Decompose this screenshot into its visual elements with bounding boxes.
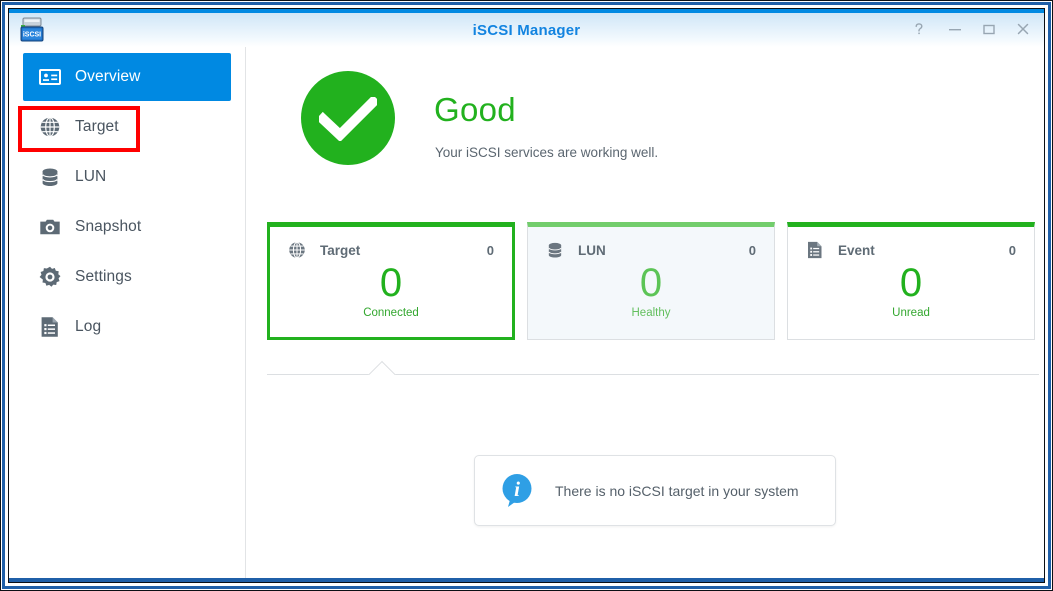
empty-state-text: There is no iSCSI target in your system xyxy=(555,482,799,499)
sidebar-item-lun[interactable]: LUN xyxy=(23,153,231,201)
svg-text:i: i xyxy=(514,477,520,501)
globe-icon xyxy=(286,239,308,261)
info-bubble-icon: i xyxy=(497,470,539,512)
card-header: Event 0 xyxy=(788,237,1034,263)
card-sublabel: Healthy xyxy=(631,307,671,319)
globe-icon xyxy=(37,114,63,140)
card-value: 0 xyxy=(899,261,923,305)
window-bottom-accent xyxy=(9,578,1044,582)
main-content: Good Your iSCSI services are working wel… xyxy=(246,47,1044,582)
database-icon xyxy=(37,164,63,190)
summary-card-target[interactable]: Target 0 0 Connected xyxy=(267,222,515,340)
window-frame-inner: iSCSI iSCSI Manager Overview Target LUN … xyxy=(8,8,1045,583)
card-title: Target xyxy=(320,242,361,258)
check-circle-icon xyxy=(301,71,395,165)
card-header: Target 0 xyxy=(270,237,512,263)
selected-card-caret xyxy=(368,359,396,375)
sidebar-item-log[interactable]: Log xyxy=(23,303,231,351)
status-description: Your iSCSI services are working well. xyxy=(435,145,659,160)
help-icon[interactable] xyxy=(908,22,930,42)
sidebar-item-snapshot[interactable]: Snapshot xyxy=(23,203,231,251)
sidebar-item-settings[interactable]: Settings xyxy=(23,253,231,301)
card-count: 0 xyxy=(486,242,494,258)
sidebar-item-target[interactable]: Target xyxy=(23,103,231,151)
summary-card-lun[interactable]: LUN 0 0 Healthy xyxy=(527,222,775,340)
window-title: iSCSI Manager xyxy=(472,22,581,39)
window-body: Overview Target LUN Snapshot Settings Lo… xyxy=(9,47,1044,582)
sidebar-item-label: LUN xyxy=(75,168,107,185)
sidebar: Overview Target LUN Snapshot Settings Lo… xyxy=(9,47,246,582)
window-frame-outer: iSCSI iSCSI Manager Overview Target LUN … xyxy=(2,2,1051,589)
status-title: Good xyxy=(434,91,516,128)
camera-icon xyxy=(37,214,63,240)
card-sublabel: Connected xyxy=(363,307,419,319)
card-value: 0 xyxy=(639,261,663,305)
sidebar-item-label: Snapshot xyxy=(75,218,142,235)
card-count: 0 xyxy=(748,242,756,258)
summary-card-event[interactable]: Event 0 0 Unread xyxy=(787,222,1035,340)
empty-state-message: i There is no iSCSI target in your syste… xyxy=(474,455,836,526)
sidebar-item-label: Log xyxy=(75,318,102,335)
sidebar-item-label: Settings xyxy=(75,268,132,285)
overview-card-icon xyxy=(37,64,63,90)
summary-cards: Target 0 0 Connected LUN 0 0 Healthy Eve… xyxy=(267,222,1040,342)
title-bar: iSCSI iSCSI Manager xyxy=(9,9,1044,47)
sidebar-item-overview[interactable]: Overview xyxy=(23,53,231,101)
sidebar-item-label: Overview xyxy=(75,68,141,85)
card-title: LUN xyxy=(578,242,606,258)
card-sublabel: Unread xyxy=(892,307,930,319)
minimize-icon[interactable] xyxy=(944,22,966,42)
database-icon xyxy=(544,239,566,261)
iscsi-manager-window: iSCSI iSCSI Manager Overview Target LUN … xyxy=(0,0,1053,591)
card-count: 0 xyxy=(1008,242,1016,258)
close-icon[interactable] xyxy=(1012,22,1034,42)
document-list-icon xyxy=(37,314,63,340)
maximize-icon[interactable] xyxy=(978,22,1000,42)
card-value: 0 xyxy=(379,261,403,305)
sidebar-item-label: Target xyxy=(75,118,119,135)
document-list-icon xyxy=(804,239,826,261)
card-title: Event xyxy=(838,242,875,258)
card-header: LUN 0 xyxy=(528,237,774,263)
gear-icon xyxy=(37,264,63,290)
status-summary: Good Your iSCSI services are working wel… xyxy=(301,67,861,187)
